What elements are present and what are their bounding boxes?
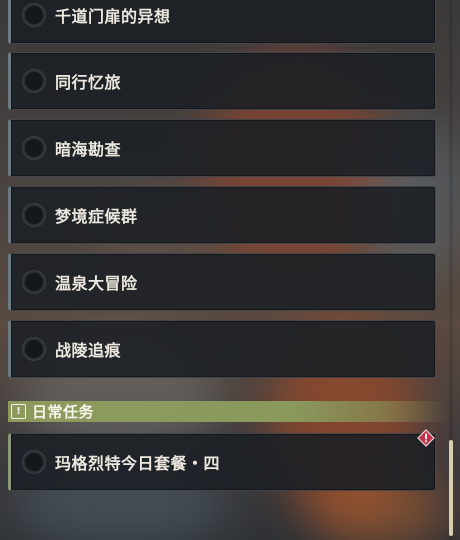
quest-item[interactable]: 梦境症候群 [8, 186, 436, 244]
quest-list-panel: 千道门扉的异想 同行忆旅 暗海勘查 梦境症候群 温泉大冒险 战陵追痕 ! 日常任… [0, 0, 460, 540]
alert-diamond-icon [417, 429, 435, 447]
daily-quest-item[interactable]: 玛格烈特今日套餐・四 [8, 433, 436, 491]
scrollbar-thumb[interactable] [449, 440, 453, 536]
quest-item[interactable]: 暗海勘查 [8, 119, 436, 177]
quest-label: 温泉大冒险 [55, 274, 138, 293]
quest-status-circle [23, 271, 45, 293]
quest-label: 暗海勘查 [55, 140, 122, 159]
quest-label: 玛格烈特今日套餐・四 [55, 454, 221, 473]
section-title: 日常任务 [32, 403, 95, 421]
quest-label: 同行忆旅 [55, 73, 122, 92]
quest-item[interactable]: 战陵追痕 [8, 320, 436, 378]
quest-status-circle [23, 338, 45, 360]
quest-status-circle [23, 137, 45, 159]
quest-label: 千道门扉的异想 [55, 7, 171, 26]
daily-quests-section-header[interactable]: ! 日常任务 [8, 401, 448, 422]
quest-item[interactable]: 同行忆旅 [8, 52, 436, 110]
quest-status-circle [23, 451, 45, 473]
quest-item[interactable]: 千道门扉的异想 [8, 0, 436, 44]
quest-label: 战陵追痕 [55, 341, 122, 360]
quest-status-circle [23, 204, 45, 226]
quest-item[interactable]: 温泉大冒险 [8, 253, 436, 311]
quest-status-circle [23, 4, 45, 26]
exclamation-box-icon: ! [11, 404, 26, 419]
quest-status-circle [23, 70, 45, 92]
quest-label: 梦境症候群 [55, 207, 138, 226]
